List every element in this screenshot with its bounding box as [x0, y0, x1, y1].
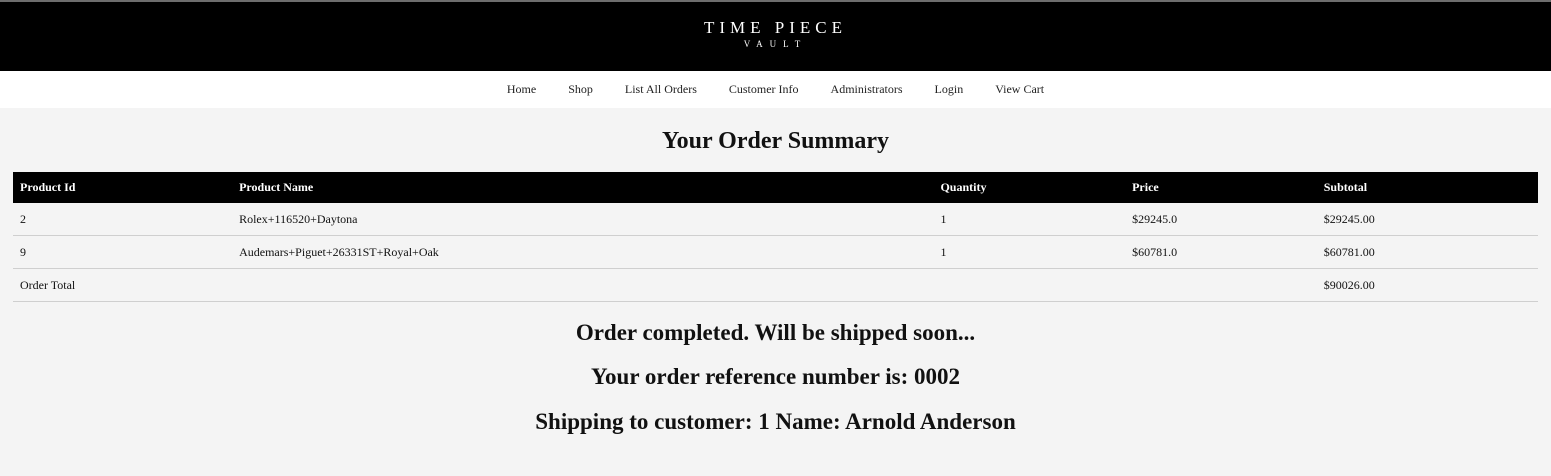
main-content: Your Order Summary Product Id Product Na…	[0, 128, 1551, 435]
cell-quantity: 1	[933, 203, 1126, 236]
order-total-value: $90026.00	[1316, 268, 1538, 302]
cell-subtotal: $60781.00	[1316, 235, 1538, 269]
cell-price: $60781.0	[1125, 235, 1317, 269]
shipping-message: Shipping to customer: 1 Name: Arnold And…	[535, 409, 1016, 434]
main-nav: Home Shop List All Orders Customer Info …	[0, 71, 1551, 108]
cell-quantity: 1	[933, 235, 1126, 269]
header-price: Price	[1132, 180, 1159, 194]
header-subtotal: Subtotal	[1323, 180, 1368, 194]
order-total-row: Order Total $90026.00	[13, 268, 1538, 302]
order-total-label: Order Total	[13, 268, 233, 302]
table-header-row: Product Id Product Name Quantity Price S…	[13, 172, 1538, 203]
cell-product-id: 2	[13, 203, 233, 236]
order-status-message: Order completed. Will be shipped soon...	[575, 320, 976, 345]
nav-home[interactable]: Home	[507, 82, 536, 97]
empty-cell	[933, 268, 1126, 302]
nav-list-all-orders[interactable]: List All Orders	[625, 82, 697, 97]
cell-price: $29245.0	[1125, 203, 1317, 236]
cell-subtotal: $29245.00	[1316, 203, 1538, 236]
table-row: 2 Rolex+116520+Daytona 1 $29245.0 $29245…	[13, 203, 1538, 236]
nav-administrators[interactable]: Administrators	[831, 82, 903, 97]
table-row: 9 Audemars+Piguet+26331ST+Royal+Oak 1 $6…	[13, 235, 1538, 269]
header-product-id: Product Id	[20, 180, 76, 194]
cell-product-name: Audemars+Piguet+26331ST+Royal+Oak	[232, 235, 934, 269]
header-product-name: Product Name	[239, 180, 314, 194]
empty-cell	[1125, 268, 1317, 302]
empty-cell	[232, 268, 934, 302]
page-title: Your Order Summary	[661, 128, 890, 154]
logo-subtitle: VAULT	[743, 39, 808, 49]
header-quantity: Quantity	[940, 180, 987, 194]
nav-shop[interactable]: Shop	[568, 82, 593, 97]
order-summary-table: Product Id Product Name Quantity Price S…	[13, 172, 1538, 302]
logo-title[interactable]: TIME PIECE	[0, 18, 1551, 38]
cell-product-name: Rolex+116520+Daytona	[232, 203, 934, 236]
nav-login[interactable]: Login	[935, 82, 964, 97]
site-header: TIME PIECE VAULT	[0, 2, 1551, 71]
nav-customer-info[interactable]: Customer Info	[729, 82, 799, 97]
cell-product-id: 9	[13, 235, 233, 269]
order-reference-message: Your order reference number is: 0002	[590, 364, 960, 389]
nav-view-cart[interactable]: View Cart	[995, 82, 1044, 97]
